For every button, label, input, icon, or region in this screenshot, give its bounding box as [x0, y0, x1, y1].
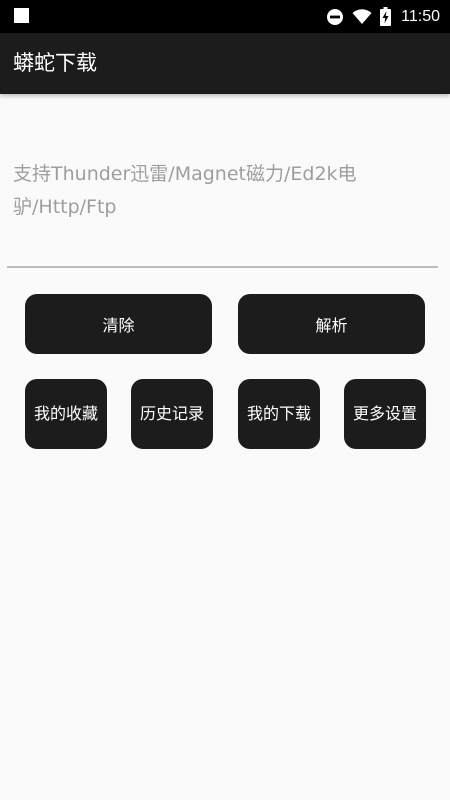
notification-square-icon: [14, 8, 29, 23]
link-input[interactable]: [7, 152, 438, 268]
app-bar: 蟒蛇下载: [0, 33, 450, 94]
wifi-icon: [352, 8, 372, 25]
status-bar: 11:50: [0, 0, 450, 33]
favorites-button[interactable]: 我的收藏: [25, 379, 107, 449]
do-not-disturb-icon: [326, 8, 344, 26]
app-title: 蟒蛇下载: [13, 51, 97, 75]
more-settings-button[interactable]: 更多设置: [344, 379, 426, 449]
my-downloads-button[interactable]: 我的下载: [238, 379, 320, 449]
history-button[interactable]: 历史记录: [131, 379, 213, 449]
status-icons: 11:50: [326, 0, 440, 33]
status-time: 11:50: [401, 7, 440, 25]
battery-charging-icon: [380, 7, 392, 26]
parse-button[interactable]: 解析: [238, 294, 425, 354]
clear-button[interactable]: 清除: [25, 294, 212, 354]
